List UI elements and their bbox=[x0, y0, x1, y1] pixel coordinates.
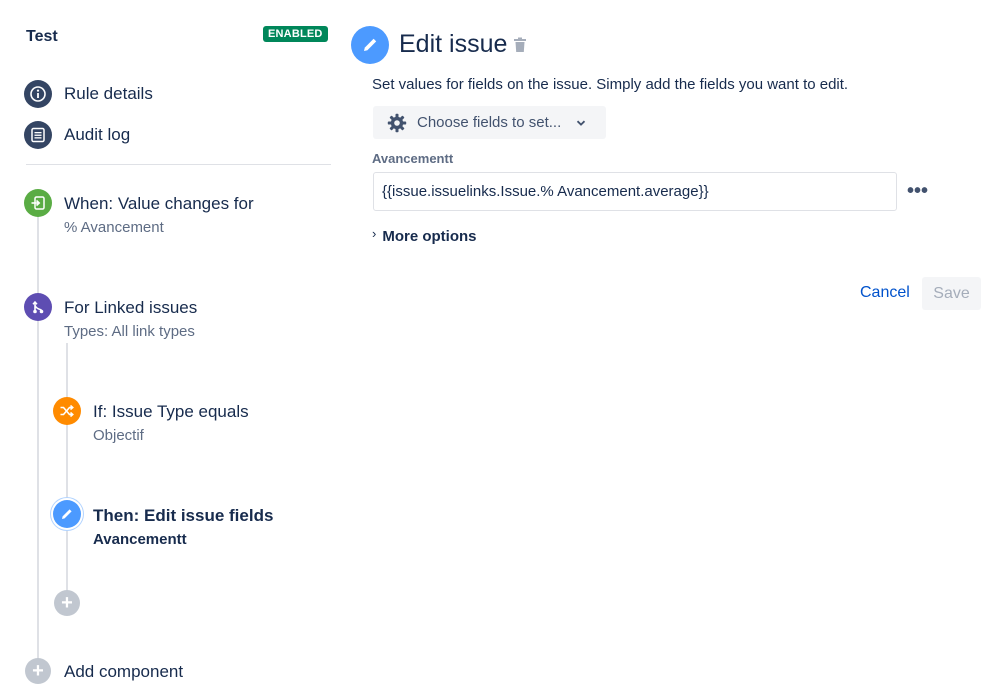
gear-icon bbox=[387, 113, 407, 133]
more-actions-icon[interactable]: ••• bbox=[907, 180, 928, 203]
more-options-toggle[interactable]: › More options bbox=[372, 226, 477, 245]
shuffle-icon[interactable] bbox=[53, 397, 81, 425]
field-value-input[interactable] bbox=[373, 172, 897, 211]
nav-item-label: Audit log bbox=[64, 125, 131, 144]
more-options-label: More options bbox=[382, 228, 477, 245]
editor-description: Set values for fields on the issue. Simp… bbox=[372, 76, 849, 93]
branch-icon[interactable] bbox=[24, 293, 52, 321]
cancel-button[interactable]: Cancel bbox=[860, 284, 910, 302]
plus-icon: + bbox=[61, 592, 73, 614]
connector-line bbox=[37, 210, 39, 670]
save-button[interactable]: Save bbox=[922, 277, 981, 310]
component-subtitle: Types: All link types bbox=[64, 323, 195, 340]
component-subtitle: Avancementt bbox=[93, 531, 187, 548]
component-title[interactable]: Then: Edit issue fields bbox=[93, 506, 273, 526]
chevron-down-icon bbox=[575, 117, 587, 129]
choose-fields-label: Choose fields to set... bbox=[417, 114, 562, 131]
list-icon bbox=[24, 121, 52, 149]
connector-line bbox=[66, 343, 68, 598]
rule-title: Test bbox=[26, 28, 58, 45]
nav-item-rule-details[interactable]: Rule details bbox=[24, 80, 153, 108]
component-subtitle: % Avancement bbox=[64, 219, 164, 236]
page-title: Edit issue bbox=[399, 30, 508, 58]
component-title[interactable]: When: Value changes for bbox=[64, 194, 254, 214]
pencil-icon bbox=[351, 26, 389, 64]
divider bbox=[26, 164, 331, 165]
choose-fields-button[interactable]: Choose fields to set... bbox=[373, 106, 606, 139]
add-branch-component-button[interactable]: + bbox=[54, 590, 80, 616]
trigger-icon[interactable] bbox=[24, 189, 52, 217]
pencil-icon[interactable] bbox=[53, 500, 81, 528]
nav-item-audit-log[interactable]: Audit log bbox=[24, 121, 130, 149]
info-icon bbox=[24, 80, 52, 108]
nav-item-label: Rule details bbox=[64, 84, 153, 103]
chevron-right-icon: › bbox=[372, 226, 377, 241]
status-badge: ENABLED bbox=[263, 26, 328, 42]
field-label: Avancementt bbox=[372, 151, 454, 166]
plus-icon: + bbox=[32, 660, 44, 682]
component-title[interactable]: For Linked issues bbox=[64, 298, 197, 318]
add-component-button[interactable]: + bbox=[25, 658, 51, 684]
component-subtitle: Objectif bbox=[93, 427, 144, 444]
trash-icon[interactable] bbox=[513, 37, 527, 58]
component-title[interactable]: If: Issue Type equals bbox=[93, 402, 249, 422]
add-component-label[interactable]: Add component bbox=[64, 662, 183, 682]
